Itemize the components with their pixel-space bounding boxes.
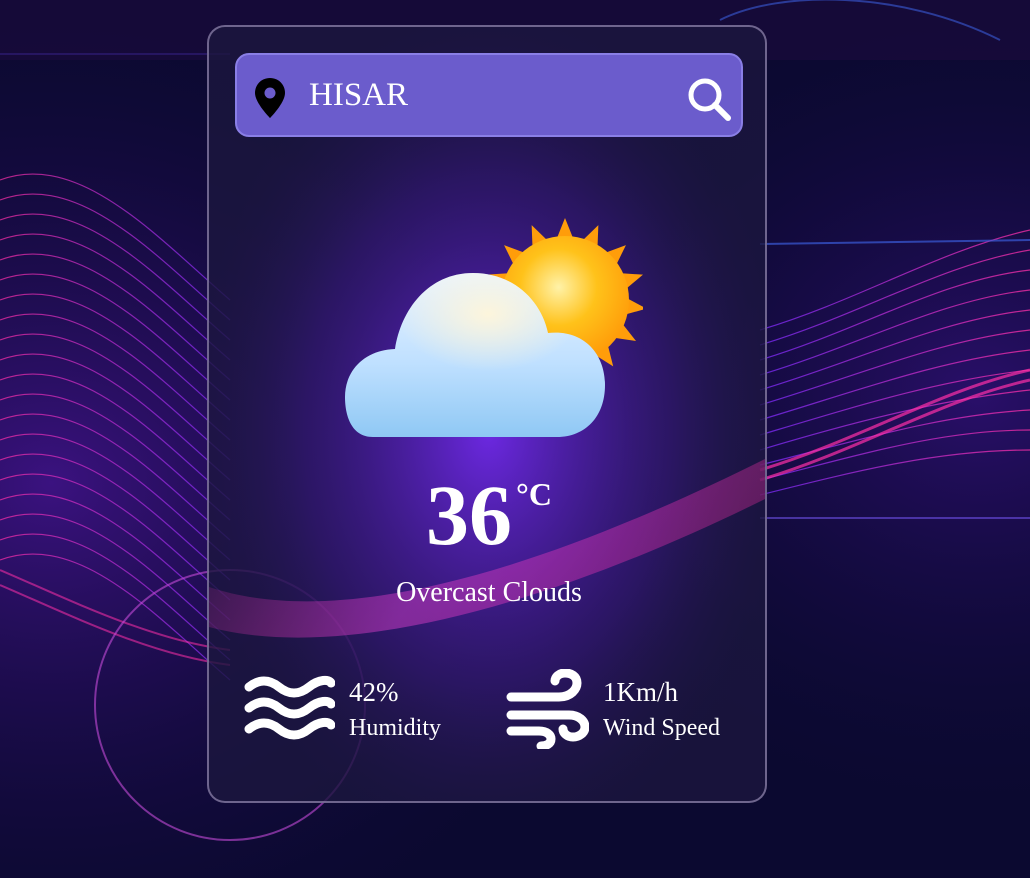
humidity-value: 42% [349, 677, 399, 707]
humidity-label: Humidity [349, 715, 442, 741]
wind-icon [506, 669, 589, 749]
humidity-waves-icon [244, 675, 335, 740]
wind-speed-value: 1Km/h [603, 677, 679, 707]
temperature-value: 36 [426, 467, 513, 563]
wind-speed-label: Wind Speed [603, 715, 721, 741]
weather-condition: Overcast Clouds [396, 577, 582, 608]
map-pin-icon [255, 78, 285, 118]
weather-card: 36°C Overcast Clouds 42% Humidity 1Km/h … [207, 25, 767, 803]
partly-cloudy-icon [345, 218, 643, 437]
search-bar [235, 53, 743, 137]
temperature-display: 36 °C [209, 467, 765, 563]
search-icon[interactable] [685, 75, 733, 123]
city-search-input[interactable] [309, 71, 649, 119]
temperature-unit: °C [516, 476, 552, 512]
